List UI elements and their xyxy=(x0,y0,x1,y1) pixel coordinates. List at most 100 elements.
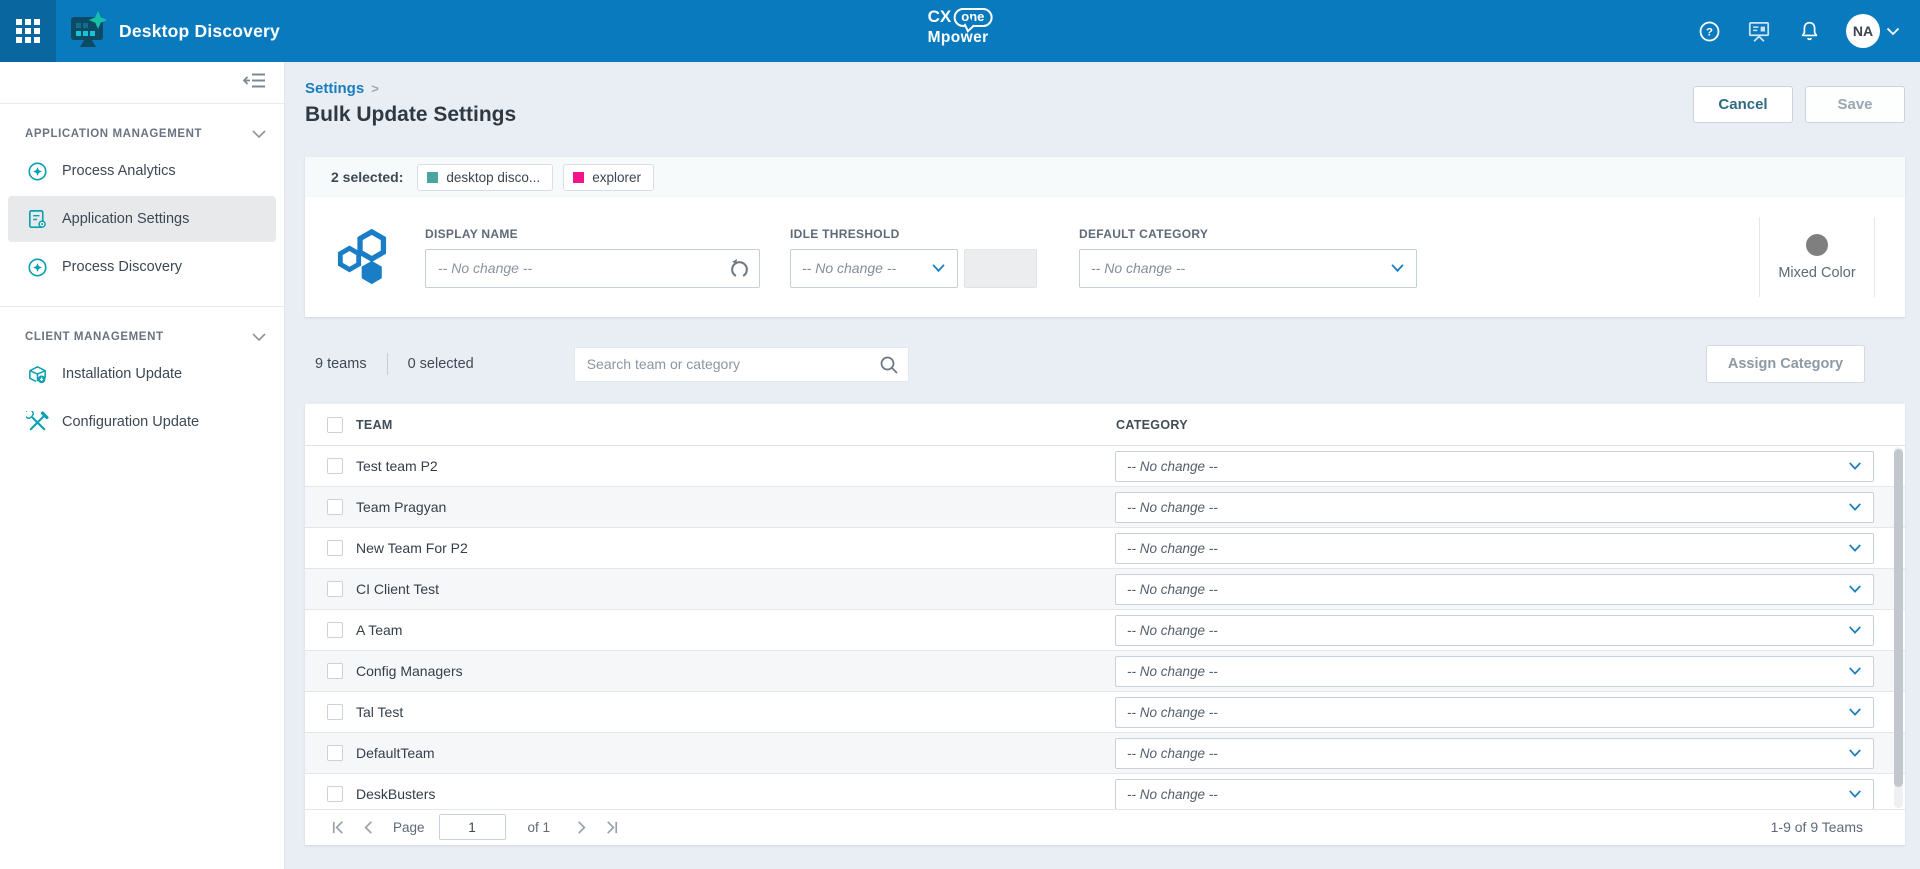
row-category-value: -- No change -- xyxy=(1127,541,1218,556)
process-analytics-icon xyxy=(25,159,49,183)
breadcrumb-settings-link[interactable]: Settings xyxy=(305,80,364,97)
last-page-icon[interactable] xyxy=(596,816,626,838)
team-name: Test team P2 xyxy=(356,458,438,474)
row-category-value: -- No change -- xyxy=(1127,705,1218,720)
column-header-team: TEAM xyxy=(356,418,393,432)
team-name: DeskBusters xyxy=(356,786,435,802)
row-checkbox[interactable] xyxy=(327,704,343,720)
team-name: DefaultTeam xyxy=(356,745,435,761)
row-checkbox[interactable] xyxy=(327,663,343,679)
process-discovery-icon xyxy=(25,255,49,279)
bulk-edit-card: DISPLAY NAME IDLE THRESHOLD -- No change… xyxy=(305,197,1905,317)
team-name: Tal Test xyxy=(356,704,403,720)
search-input[interactable] xyxy=(574,347,909,382)
scrollbar-track[interactable] xyxy=(1894,447,1903,808)
sidebar-item-configuration-update[interactable]: Configuration Update xyxy=(8,399,276,445)
sidebar-item-label: Process Analytics xyxy=(62,163,176,179)
teams-toolbar: 9 teams 0 selected Assign Category xyxy=(305,346,1905,382)
app-launcher-button[interactable] xyxy=(0,0,56,62)
main-content: Settings> Bulk Update Settings Cancel Sa… xyxy=(285,62,1920,869)
brand-cx: CX xyxy=(928,8,952,26)
sidebar-item-label: Application Settings xyxy=(62,211,189,227)
breadcrumb-separator: > xyxy=(371,81,379,96)
page-label: Page xyxy=(393,820,425,835)
selected-app-chip[interactable]: desktop disco... xyxy=(417,164,553,191)
first-page-icon[interactable] xyxy=(323,816,353,838)
chevron-down-icon xyxy=(1848,789,1862,799)
idle-threshold-select[interactable]: -- No change -- xyxy=(790,249,958,288)
row-checkbox[interactable] xyxy=(327,499,343,515)
mixed-color-picker[interactable]: Mixed Color xyxy=(1759,217,1875,297)
presentation-icon[interactable] xyxy=(1746,18,1772,44)
next-page-icon[interactable] xyxy=(566,816,596,838)
row-category-value: -- No change -- xyxy=(1127,582,1218,597)
app-chip-label: explorer xyxy=(592,170,641,185)
default-category-select[interactable]: -- No change -- xyxy=(1079,249,1417,288)
sidebar-item-installation-update[interactable]: Installation Update xyxy=(8,351,276,397)
row-category-select[interactable]: -- No change -- xyxy=(1115,492,1874,523)
application-settings-icon xyxy=(25,207,49,231)
row-checkbox[interactable] xyxy=(327,581,343,597)
display-name-input[interactable] xyxy=(425,249,760,288)
chevron-down-icon xyxy=(1848,748,1862,758)
select-all-checkbox[interactable] xyxy=(327,417,343,433)
row-checkbox[interactable] xyxy=(327,786,343,802)
team-name: Team Pragyan xyxy=(356,499,446,515)
section-label: CLIENT MANAGEMENT xyxy=(25,331,164,343)
sidebar: APPLICATION MANAGEMENT Process Analytics… xyxy=(0,62,285,869)
sidebar-item-process-analytics[interactable]: Process Analytics xyxy=(8,148,276,194)
save-button[interactable]: Save xyxy=(1805,86,1905,123)
search-icon[interactable] xyxy=(879,355,899,380)
section-application-management[interactable]: APPLICATION MANAGEMENT xyxy=(25,128,266,140)
display-name-label: DISPLAY NAME xyxy=(425,227,760,241)
section-label: APPLICATION MANAGEMENT xyxy=(25,128,202,140)
collapse-sidebar-icon[interactable] xyxy=(243,72,266,94)
mixed-color-swatch[interactable] xyxy=(1806,234,1828,256)
team-table-body: Test team P2 -- No change -- Team Pragyan -… xyxy=(305,446,1905,809)
cancel-button[interactable]: Cancel xyxy=(1693,86,1793,123)
teams-table: TEAM CATEGORY Test team P2-- No change -… xyxy=(305,404,1905,845)
table-row: CI Client Test-- No change -- xyxy=(305,569,1905,610)
divider xyxy=(387,353,388,375)
table-row: A Team -- No change -- xyxy=(305,610,1905,651)
help-icon[interactable]: ? xyxy=(1696,18,1722,44)
team-name: A Team xyxy=(356,622,402,638)
row-category-select[interactable]: -- No change -- xyxy=(1115,779,1874,810)
sidebar-item-label: Installation Update xyxy=(62,366,182,382)
row-checkbox[interactable] xyxy=(327,458,343,474)
page-number-input[interactable] xyxy=(439,814,506,840)
assign-category-button[interactable]: Assign Category xyxy=(1706,345,1865,383)
previous-page-icon[interactable] xyxy=(353,816,383,838)
section-client-management[interactable]: CLIENT MANAGEMENT xyxy=(25,331,266,343)
divider xyxy=(0,306,284,307)
reset-icon[interactable] xyxy=(729,258,750,284)
idle-threshold-label: IDLE THRESHOLD xyxy=(790,227,958,241)
row-checkbox[interactable] xyxy=(327,540,343,556)
sidebar-item-application-settings[interactable]: Application Settings xyxy=(8,196,276,242)
row-category-select[interactable]: -- No change -- xyxy=(1115,451,1874,482)
scrollbar-thumb[interactable] xyxy=(1894,449,1903,787)
brand-one-bubble: one xyxy=(953,8,992,27)
selected-app-chip[interactable]: explorer xyxy=(563,164,654,191)
chevron-down-icon xyxy=(1848,543,1862,553)
notifications-bell-icon[interactable] xyxy=(1796,18,1822,44)
table-row: Tal Test -- No change -- xyxy=(305,692,1905,733)
team-name: New Team For P2 xyxy=(356,540,468,556)
selected-count-label: 2 selected: xyxy=(331,169,403,185)
installation-update-icon xyxy=(25,362,49,386)
row-category-select[interactable]: -- No change -- xyxy=(1115,656,1874,687)
avatar[interactable]: NA xyxy=(1846,14,1880,48)
user-menu[interactable]: NA xyxy=(1846,14,1900,48)
sidebar-item-process-discovery[interactable]: Installation Update Process Discovery xyxy=(8,244,276,290)
row-category-select[interactable]: -- No change -- xyxy=(1115,615,1874,646)
grid-icon xyxy=(16,19,40,43)
desktop-discovery-logo-icon xyxy=(66,9,110,53)
row-checkbox[interactable] xyxy=(327,622,343,638)
row-checkbox[interactable] xyxy=(327,745,343,761)
row-category-select[interactable]: -- No change -- xyxy=(1115,697,1874,728)
row-category-select[interactable]: -- No change -- xyxy=(1115,738,1874,769)
configuration-update-icon xyxy=(25,410,49,434)
row-category-value: -- No change -- xyxy=(1127,746,1218,761)
row-category-select[interactable]: -- No change -- xyxy=(1115,574,1874,605)
row-category-select[interactable]: -- No change -- xyxy=(1115,533,1874,564)
